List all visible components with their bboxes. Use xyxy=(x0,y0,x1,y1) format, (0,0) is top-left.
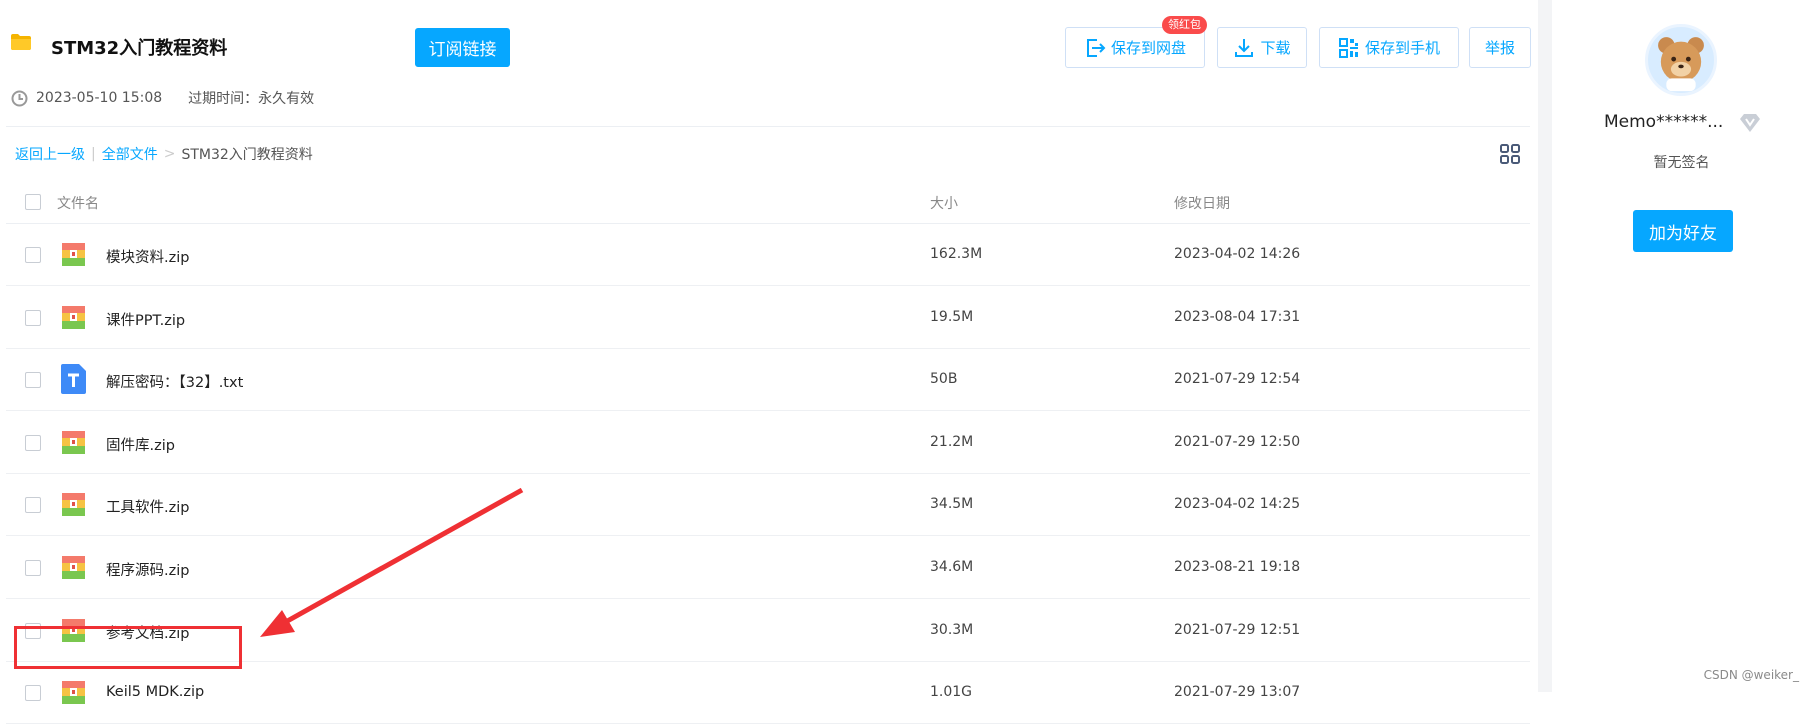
file-name[interactable]: 模块资料.zip xyxy=(106,246,189,267)
share-page: STM32入门教程资料 订阅链接 保存到网盘 领红包 下载 保存到手机 举报 2… xyxy=(0,0,1531,724)
txt-file-icon xyxy=(61,364,86,395)
row-checkbox[interactable] xyxy=(25,309,41,326)
user-panel: Memo******... 暂无签名 加为好友 CSDN @weiker_ xyxy=(1552,0,1811,692)
select-all-checkbox[interactable] xyxy=(25,194,41,210)
add-friend-button[interactable]: 加为好友 xyxy=(1633,210,1733,252)
file-name[interactable]: 程序源码.zip xyxy=(106,559,189,580)
expire-label: 过期时间： xyxy=(188,91,259,107)
file-date: 2023-04-02 14:26 xyxy=(1174,246,1301,262)
annotation-highlight-box xyxy=(14,626,242,669)
qr-phone-icon xyxy=(1338,37,1358,58)
row-checkbox[interactable] xyxy=(25,560,41,576)
breadcrumb: 返回上一级 | 全部文件 > STM32入门教程资料 xyxy=(15,144,313,164)
grid-view-icon[interactable] xyxy=(1499,143,1521,165)
table-row[interactable]: 模块资料.zip 162.3M 2023-04-02 14:26 xyxy=(6,224,1530,286)
username: Memo******... xyxy=(1604,112,1724,132)
file-date: 2021-07-29 12:50 xyxy=(1174,433,1301,450)
table-row[interactable]: Keil5 MDK.zip 1.01G 2021-07-29 13:07 xyxy=(6,662,1530,724)
column-header-date[interactable]: 修改日期 xyxy=(1174,193,1230,213)
download-label: 下载 xyxy=(1260,39,1291,57)
zip-file-icon xyxy=(61,492,86,517)
file-date: 2023-08-04 17:31 xyxy=(1174,308,1301,325)
zip-file-icon xyxy=(61,242,86,267)
share-meta: 2023-05-10 15:08 过期时间： 永久有效 xyxy=(11,88,314,108)
share-title: STM32入门教程资料 xyxy=(51,38,228,59)
file-date: 2023-08-21 19:18 xyxy=(1174,559,1301,575)
file-date: 2021-07-29 12:51 xyxy=(1174,621,1301,638)
row-checkbox[interactable] xyxy=(25,434,41,451)
file-name[interactable]: 工具软件.zip xyxy=(106,496,189,517)
report-button[interactable]: 举报 xyxy=(1469,27,1531,68)
save-to-phone-label: 保存到手机 xyxy=(1364,39,1440,57)
header-divider xyxy=(6,126,1530,127)
subscribe-link-button[interactable]: 订阅链接 xyxy=(415,28,510,67)
file-size: 34.5M xyxy=(930,496,974,513)
download-button[interactable]: 下载 xyxy=(1217,27,1307,68)
zip-file-icon xyxy=(61,305,86,330)
file-name[interactable]: 解压密码：【32】.txt xyxy=(106,371,243,392)
table-row[interactable]: 解压密码：【32】.txt 50B 2021-07-29 12:54 xyxy=(6,349,1530,412)
file-size: 162.3M xyxy=(930,246,983,262)
zip-file-icon xyxy=(61,430,86,455)
column-header-name[interactable]: 文件名 xyxy=(57,193,99,213)
row-checkbox[interactable] xyxy=(25,685,41,702)
report-label: 举报 xyxy=(1484,39,1515,57)
watermark: CSDN @weiker_ xyxy=(1703,668,1799,682)
table-row[interactable]: 工具软件.zip 34.5M 2023-04-02 14:25 xyxy=(6,474,1530,537)
file-name[interactable]: 课件PPT.zip xyxy=(106,309,185,330)
save-to-cloud-icon xyxy=(1086,38,1106,57)
user-signature: 暂无签名 xyxy=(1653,155,1710,171)
file-size: 19.5M xyxy=(930,308,974,325)
file-size: 21.2M xyxy=(930,433,974,450)
row-checkbox[interactable] xyxy=(25,372,41,389)
file-date: 2021-07-29 12:54 xyxy=(1174,371,1301,388)
file-size: 34.6M xyxy=(930,559,974,575)
panel-divider xyxy=(1538,0,1552,692)
table-row[interactable]: 固件库.zip 21.2M 2021-07-29 12:50 xyxy=(6,412,1530,474)
breadcrumb-all-files-link[interactable]: 全部文件 xyxy=(102,144,158,164)
created-time: 2023-05-10 15:08 xyxy=(36,90,163,106)
table-row[interactable]: 程序源码.zip 34.6M 2023-08-21 19:18 xyxy=(6,537,1530,599)
avatar[interactable] xyxy=(1645,24,1717,96)
file-name[interactable]: Keil5 MDK.zip xyxy=(106,684,204,700)
table-row[interactable]: 课件PPT.zip 19.5M 2023-08-04 17:31 xyxy=(6,287,1530,349)
vip-diamond-icon xyxy=(1740,114,1760,132)
save-to-cloud-label: 保存到网盘 xyxy=(1110,39,1186,57)
file-size: 50B xyxy=(930,371,958,388)
file-date: 2021-07-29 13:07 xyxy=(1174,684,1301,701)
breadcrumb-current: STM32入门教程资料 xyxy=(181,147,313,163)
red-packet-badge[interactable]: 领红包 xyxy=(1162,16,1207,34)
breadcrumb-chevron: > xyxy=(163,146,176,162)
zip-file-icon xyxy=(61,555,86,580)
file-size: 30.3M xyxy=(930,621,974,638)
expire-value: 永久有效 xyxy=(258,91,315,107)
folder-icon xyxy=(11,34,31,50)
breadcrumb-separator: | xyxy=(91,146,96,162)
breadcrumb-back-link[interactable]: 返回上一级 xyxy=(15,144,85,164)
row-checkbox[interactable] xyxy=(25,497,41,514)
download-icon xyxy=(1235,38,1254,57)
file-name[interactable]: 固件库.zip xyxy=(106,434,175,455)
clock-icon xyxy=(11,90,28,106)
file-date: 2023-04-02 14:25 xyxy=(1174,496,1301,513)
column-header-size[interactable]: 大小 xyxy=(930,193,958,213)
row-checkbox[interactable] xyxy=(25,247,41,263)
file-size: 1.01G xyxy=(930,684,973,701)
zip-file-icon xyxy=(61,680,86,705)
save-to-phone-button[interactable]: 保存到手机 xyxy=(1319,27,1459,68)
